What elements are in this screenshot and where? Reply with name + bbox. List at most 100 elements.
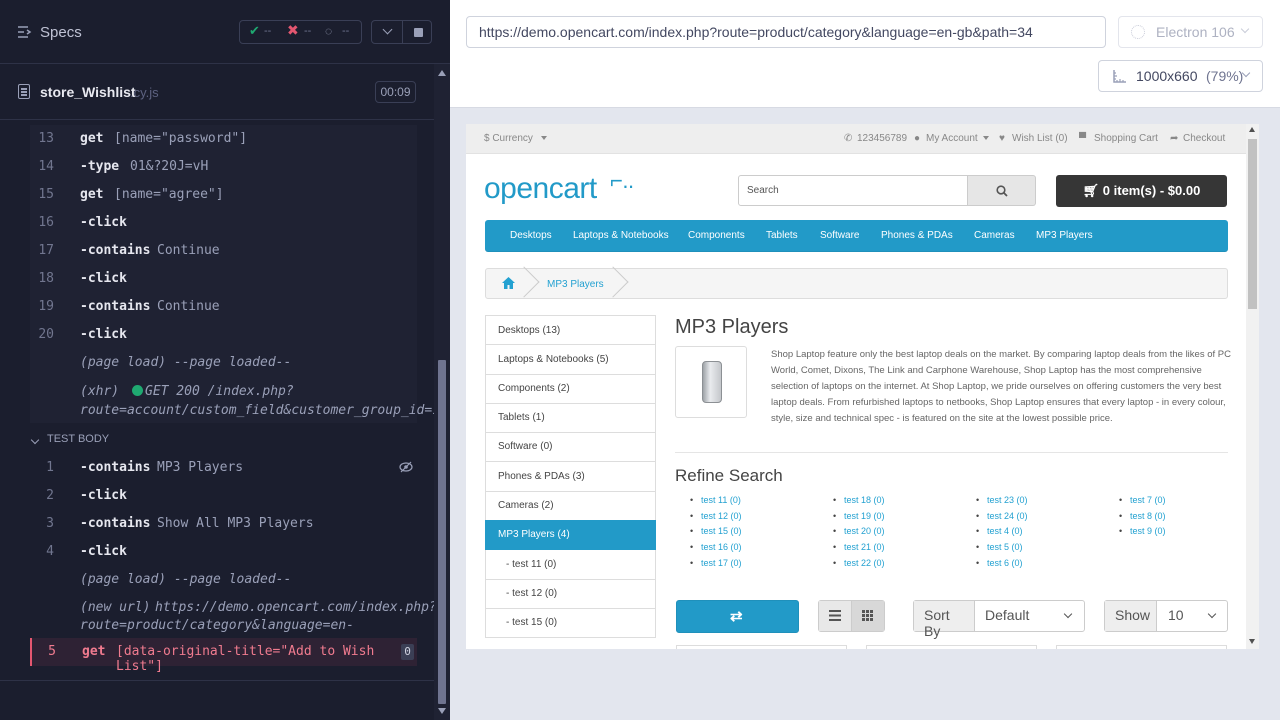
nav-laptops[interactable]: Laptops & Notebooks xyxy=(573,230,669,241)
command-row[interactable]: 4 -click xyxy=(30,538,417,566)
site-logo[interactable]: opencart ⌐.. xyxy=(484,168,634,206)
search-input[interactable]: Search xyxy=(738,175,968,206)
command-log-scrollbar[interactable] xyxy=(434,64,450,720)
command-row[interactable]: 15 get [name="agree"] xyxy=(30,181,417,209)
subcategory-item[interactable]: - test 11 (0) xyxy=(485,550,656,580)
new-url-event[interactable]: (new url) https://demo.opencart.com/inde… xyxy=(30,594,437,652)
specs-list-icon[interactable] xyxy=(17,25,32,39)
aut-scrollbar[interactable] xyxy=(1246,124,1259,649)
refine-link[interactable]: test 22 (0) xyxy=(833,558,884,568)
category-item[interactable]: Phones & PDAs (3) xyxy=(485,462,656,492)
category-item[interactable]: Software (0) xyxy=(485,432,656,462)
category-description: Shop Laptop feature only the best laptop… xyxy=(771,349,1231,424)
scroll-up-icon[interactable] xyxy=(438,70,446,76)
refine-link[interactable]: test 18 (0) xyxy=(833,495,884,505)
xhr-event[interactable]: (xhr) GET 200 /index.php? route=account/… xyxy=(30,377,440,423)
nav-components[interactable]: Components xyxy=(688,230,745,241)
refine-link[interactable]: test 8 (0) xyxy=(1119,511,1165,521)
command-row[interactable]: 19 -contains Continue xyxy=(30,293,417,321)
show-limit-select[interactable]: Show 10 xyxy=(1104,600,1228,632)
page-load-event[interactable]: (page load) --page loaded-- xyxy=(30,566,417,594)
nav-cameras[interactable]: Cameras xyxy=(974,230,1015,241)
search-button[interactable] xyxy=(968,175,1036,206)
refine-link[interactable]: test 11 (0) xyxy=(690,495,741,505)
category-item[interactable]: Tablets (1) xyxy=(485,403,656,433)
refine-link[interactable]: test 24 (0) xyxy=(976,511,1027,521)
viewport-info[interactable]: 1000x660 (79%) xyxy=(1098,60,1263,92)
refine-link[interactable]: test 12 (0) xyxy=(690,511,741,521)
command-name: -click xyxy=(80,544,127,559)
refine-link[interactable]: test 5 (0) xyxy=(976,542,1022,552)
subcategory-item[interactable]: - test 15 (0) xyxy=(485,608,656,638)
new-url-label: (new url) xyxy=(80,600,151,615)
command-row[interactable]: 3 -contains Show All MP3 Players xyxy=(30,510,417,538)
cart-total: 0 item(s) - $0.00 xyxy=(1102,183,1201,198)
exchange-icon: ⇄ xyxy=(730,608,743,625)
category-item-active[interactable]: MP3 Players (4) xyxy=(485,520,656,550)
command-row[interactable]: 18 -click xyxy=(30,265,417,293)
refine-link[interactable]: test 20 (0) xyxy=(833,526,884,536)
my-account-link[interactable]: My Account xyxy=(926,133,978,144)
refine-link[interactable]: test 4 (0) xyxy=(976,526,1022,536)
command-row[interactable]: 16 -click xyxy=(30,209,417,237)
product-compare-button[interactable]: ⇄ xyxy=(676,600,799,633)
refine-link[interactable]: test 16 (0) xyxy=(690,542,741,552)
spec-file-name[interactable]: store_Wishlist xyxy=(40,84,136,100)
site-top-bar: $ Currency ✆ 123456789 ● My Account ♥ Wi… xyxy=(466,124,1259,154)
command-arg: [name="agree"] xyxy=(114,187,224,202)
sort-by-select[interactable]: Sort By Default xyxy=(913,600,1085,639)
scroll-down-icon[interactable] xyxy=(1249,639,1255,644)
category-item[interactable]: Laptops & Notebooks (5) xyxy=(485,345,656,375)
refine-link[interactable]: test 19 (0) xyxy=(833,511,884,521)
wishlist-link[interactable]: Wish List (0) xyxy=(1012,133,1068,144)
refine-link[interactable]: test 23 (0) xyxy=(976,495,1027,505)
command-name: -click xyxy=(80,271,127,286)
url-bar[interactable]: https://demo.opencart.com/index.php?rout… xyxy=(466,16,1106,48)
checkout-link[interactable]: Checkout xyxy=(1183,133,1225,144)
command-row[interactable]: 2 -click xyxy=(30,482,417,510)
command-row[interactable]: 17 -contains Continue xyxy=(30,237,417,265)
shopping-cart-link[interactable]: Shopping Cart xyxy=(1094,133,1158,144)
command-row[interactable]: 20 -click xyxy=(30,321,417,349)
currency-dropdown[interactable]: $ Currency xyxy=(484,133,533,144)
failing-command-row[interactable]: 5 get [data-original-title="Add to Wish Li… xyxy=(30,638,417,674)
breadcrumb-mp3[interactable]: MP3 Players xyxy=(547,279,604,290)
refine-link[interactable]: test 15 (0) xyxy=(690,526,741,536)
product-card xyxy=(676,645,847,649)
page-load-event[interactable]: (page load) --page loaded-- xyxy=(30,349,417,377)
category-item[interactable]: Cameras (2) xyxy=(485,491,656,521)
refine-link[interactable]: test 9 (0) xyxy=(1119,526,1165,536)
refine-link[interactable]: test 7 (0) xyxy=(1119,495,1165,505)
command-row[interactable]: 1 -contains MP3 Players xyxy=(30,454,417,482)
scroll-thumb[interactable] xyxy=(1248,139,1257,309)
test-body-label[interactable]: TEST BODY xyxy=(47,433,109,445)
refine-link[interactable]: test 6 (0) xyxy=(976,558,1022,568)
scroll-up-icon[interactable] xyxy=(1249,127,1255,132)
command-arg: [data-original-title="Add to Wish List"] xyxy=(116,644,375,674)
nav-mp3-players[interactable]: MP3 Players xyxy=(1036,230,1093,241)
nav-tablets[interactable]: Tablets xyxy=(766,230,798,241)
command-row[interactable]: 13 get [name="password"] xyxy=(30,125,417,153)
grid-view-button[interactable] xyxy=(852,601,884,631)
scroll-thumb[interactable] xyxy=(438,360,446,704)
category-item[interactable]: Desktops (13) xyxy=(485,315,656,345)
main-nav: Desktops Laptops & Notebooks Components … xyxy=(485,220,1228,252)
specs-title[interactable]: Specs xyxy=(40,24,82,41)
command-number: 17 xyxy=(38,243,54,258)
chevron-down-icon[interactable] xyxy=(30,435,40,445)
cart-button[interactable]: 🛒︎ 0 item(s) - $0.00 xyxy=(1056,175,1227,207)
nav-phones[interactable]: Phones & PDAs xyxy=(881,230,953,241)
nav-software[interactable]: Software xyxy=(820,230,859,241)
refine-link[interactable]: test 21 (0) xyxy=(833,542,884,552)
nav-desktops[interactable]: Desktops xyxy=(510,230,552,241)
phone-number: 123456789 xyxy=(857,133,908,144)
category-item[interactable]: Components (2) xyxy=(485,374,656,404)
command-row[interactable]: 14 -type 01&?20J=vH xyxy=(30,153,417,181)
scroll-down-icon[interactable] xyxy=(438,708,446,714)
stop-icon[interactable] xyxy=(414,28,423,37)
chevron-down-icon[interactable] xyxy=(382,24,393,35)
eye-slash-icon[interactable] xyxy=(399,461,413,473)
refine-link[interactable]: test 17 (0) xyxy=(690,558,741,568)
subcategory-item[interactable]: - test 12 (0) xyxy=(485,579,656,609)
list-view-button[interactable] xyxy=(819,601,852,631)
